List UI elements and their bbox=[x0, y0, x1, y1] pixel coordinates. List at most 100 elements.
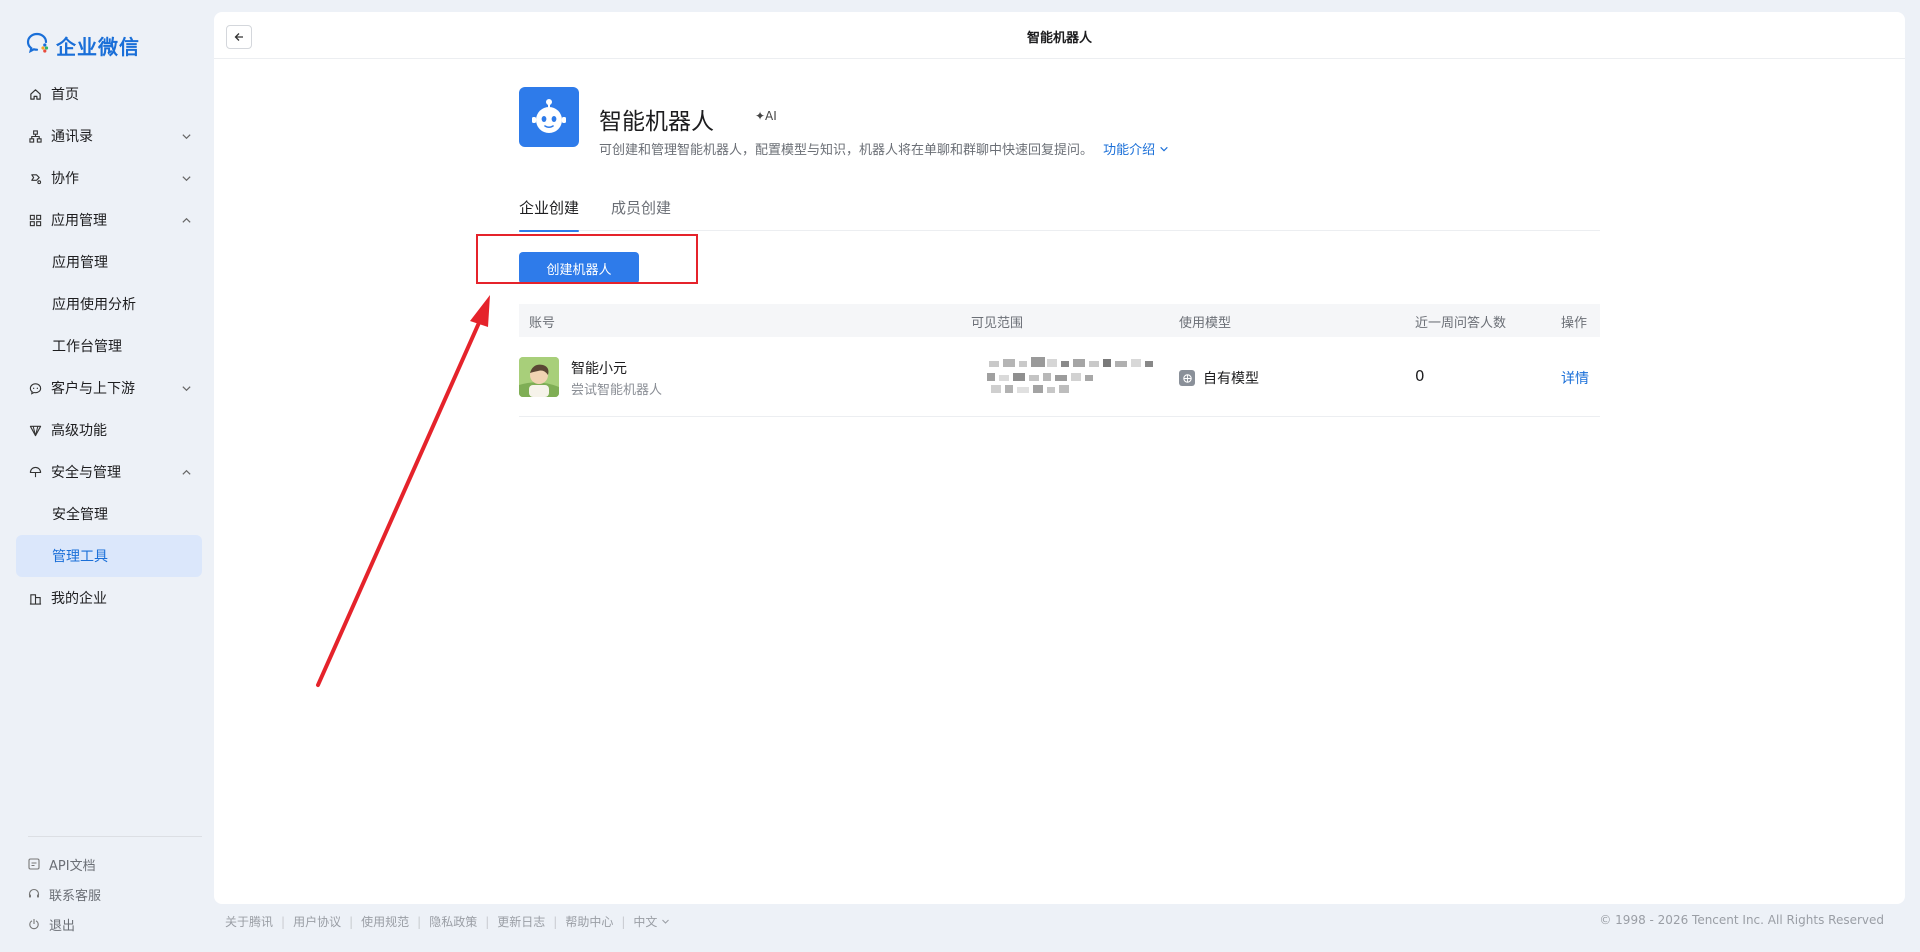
feature-intro-link[interactable]: 功能介绍 bbox=[1103, 143, 1169, 158]
chevron-up-icon bbox=[181, 466, 192, 482]
tabs: 企业创建 成员创建 bbox=[519, 197, 1600, 232]
grid-icon bbox=[28, 213, 42, 227]
language-label: 中文 bbox=[633, 915, 658, 929]
highlight-box bbox=[476, 234, 698, 284]
footer-link-about[interactable]: 关于腾讯 bbox=[225, 913, 273, 930]
brand-name: 企业微信 bbox=[56, 34, 140, 59]
app-description: 可创建和管理智能机器人，配置模型与知识，机器人将在单聊和群聊中快速回复提问。 功… bbox=[599, 139, 1169, 158]
chevron-down-icon bbox=[181, 172, 192, 188]
robot-table: 账号 可见范围 使用模型 近一周问答人数 操作 智能小元 尝试智能机器人 自有模… bbox=[519, 304, 1600, 417]
footer-link-help-center[interactable]: 帮助中心 bbox=[565, 913, 613, 930]
feature-intro-label: 功能介绍 bbox=[1103, 143, 1156, 158]
column-header-account: 账号 bbox=[529, 316, 556, 331]
chevron-down-icon bbox=[181, 382, 192, 398]
robot-name: 智能小元 bbox=[571, 361, 627, 377]
logout-label: 退出 bbox=[49, 918, 76, 934]
sidebar-bottom-links: API文档 联系客服 退出 bbox=[28, 849, 101, 939]
footer-separator: | bbox=[349, 914, 354, 929]
top-bar: 智能机器人 bbox=[214, 12, 1905, 59]
robot-app-icon bbox=[519, 87, 579, 147]
sidebar-item-label: 应用管理 bbox=[52, 255, 108, 271]
tab-member-created[interactable]: 成员创建 bbox=[611, 197, 671, 231]
column-header-scope: 可见范围 bbox=[971, 316, 1024, 331]
sidebar-item-customers[interactable]: 客户与上下游 bbox=[16, 367, 202, 409]
sidebar-subitem-security-management[interactable]: 安全管理 bbox=[16, 493, 202, 535]
language-selector[interactable]: 中文 bbox=[633, 913, 670, 930]
tab-enterprise-created[interactable]: 企业创建 bbox=[519, 197, 580, 232]
chat-bubble-icon bbox=[28, 381, 42, 395]
contact-support-link[interactable]: 联系客服 bbox=[28, 879, 101, 909]
power-icon bbox=[28, 918, 41, 931]
sidebar-item-label: 安全与管理 bbox=[51, 465, 121, 481]
chevron-up-icon bbox=[181, 214, 192, 230]
sidebar-item-collab[interactable]: 协作 bbox=[16, 157, 202, 199]
robot-avatar bbox=[519, 357, 559, 397]
copyright: © 1998 - 2026 Tencent Inc. All Rights Re… bbox=[1599, 913, 1884, 927]
sidebar-item-label: 应用使用分析 bbox=[52, 297, 136, 313]
sidebar-item-label: 工作台管理 bbox=[52, 339, 122, 355]
table-header: 账号 可见范围 使用模型 近一周问答人数 操作 bbox=[519, 304, 1600, 337]
app-description-text: 可创建和管理智能机器人，配置模型与知识，机器人将在单聊和群聊中快速回复提问。 bbox=[599, 143, 1094, 158]
footer-separator: | bbox=[553, 914, 558, 929]
column-header-actions: 操作 bbox=[1561, 316, 1588, 331]
sidebar-item-label: 首页 bbox=[51, 87, 79, 103]
sidebar-item-label: 应用管理 bbox=[51, 213, 107, 229]
umbrella-icon bbox=[28, 465, 42, 479]
sidebar-item-home[interactable]: 首页 bbox=[16, 73, 202, 115]
footer-link-privacy[interactable]: 隐私政策 bbox=[429, 913, 477, 930]
robot-subtitle: 尝试智能机器人 bbox=[571, 383, 663, 398]
sidebar-divider bbox=[28, 836, 202, 837]
diamond-icon bbox=[28, 423, 42, 437]
sidebar-subitem-admin-tools[interactable]: 管理工具 bbox=[16, 535, 202, 577]
chevron-down-icon bbox=[1159, 143, 1169, 158]
footer-link-usage-rules[interactable]: 使用规范 bbox=[361, 913, 409, 930]
sidebar-subitem-app-management[interactable]: 应用管理 bbox=[16, 241, 202, 283]
detail-link[interactable]: 详情 bbox=[1561, 368, 1589, 388]
footer-separator: | bbox=[417, 914, 422, 929]
api-docs-label: API文档 bbox=[49, 858, 96, 874]
sidebar-item-label: 客户与上下游 bbox=[51, 381, 135, 397]
org-chart-icon bbox=[28, 129, 42, 143]
table-row[interactable]: 智能小元 尝试智能机器人 自有模型 0 详情 bbox=[519, 337, 1600, 417]
wecom-logo-icon bbox=[26, 31, 52, 59]
brand-logo[interactable]: 企业微信 bbox=[26, 30, 140, 60]
sidebar-item-label: 高级功能 bbox=[51, 423, 107, 439]
collab-icon bbox=[28, 171, 42, 185]
sidebar-nav: 首页 通讯录 协作 应用管理 应用管理 应用使用分析 工作台管理 客户与上下游 … bbox=[16, 73, 202, 619]
sidebar-item-security[interactable]: 安全与管理 bbox=[16, 451, 202, 493]
footer-separator: | bbox=[281, 914, 286, 929]
annotation-arrow bbox=[316, 295, 490, 687]
sidebar: 企业微信 首页 通讯录 协作 应用管理 应用管理 应用使用分析 工作台管理 客户… bbox=[0, 0, 214, 952]
api-docs-link[interactable]: API文档 bbox=[28, 849, 101, 879]
sidebar-item-label: 协作 bbox=[51, 171, 79, 187]
footer-link-user-agreement[interactable]: 用户协议 bbox=[293, 913, 341, 930]
app-name: 智能机器人 bbox=[599, 109, 714, 135]
sidebar-item-contacts[interactable]: 通讯录 bbox=[16, 115, 202, 157]
model-name: 自有模型 bbox=[1203, 371, 1259, 387]
sidebar-item-label: 安全管理 bbox=[52, 507, 108, 523]
weekly-users-count: 0 bbox=[1415, 367, 1425, 385]
sidebar-item-advanced[interactable]: 高级功能 bbox=[16, 409, 202, 451]
sidebar-item-app-management[interactable]: 应用管理 bbox=[16, 199, 202, 241]
model-cell: 自有模型 bbox=[1179, 368, 1259, 388]
chevron-down-icon bbox=[181, 130, 192, 146]
footer-link-changelog[interactable]: 更新日志 bbox=[497, 913, 545, 930]
column-header-model: 使用模型 bbox=[1179, 316, 1232, 331]
sidebar-item-label: 通讯录 bbox=[51, 129, 93, 145]
contact-support-label: 联系客服 bbox=[49, 888, 102, 904]
building-icon bbox=[28, 591, 42, 605]
headset-icon bbox=[28, 888, 41, 901]
sidebar-item-my-company[interactable]: 我的企业 bbox=[16, 577, 202, 619]
page-title: 智能机器人 bbox=[1026, 31, 1092, 46]
sidebar-subitem-app-usage-analysis[interactable]: 应用使用分析 bbox=[16, 283, 202, 325]
footer-separator: | bbox=[485, 914, 490, 929]
logout-link[interactable]: 退出 bbox=[28, 909, 101, 939]
model-icon bbox=[1179, 370, 1195, 386]
sidebar-item-label: 我的企业 bbox=[51, 591, 107, 607]
home-icon bbox=[28, 87, 42, 101]
ai-badge: ✦AI bbox=[755, 109, 777, 123]
column-header-weekly-users: 近一周问答人数 bbox=[1415, 316, 1507, 331]
footer-separator: | bbox=[621, 914, 626, 929]
sidebar-subitem-workbench-management[interactable]: 工作台管理 bbox=[16, 325, 202, 367]
footer-links: 关于腾讯 | 用户协议 | 使用规范 | 隐私政策 | 更新日志 | 帮助中心 … bbox=[225, 913, 670, 930]
